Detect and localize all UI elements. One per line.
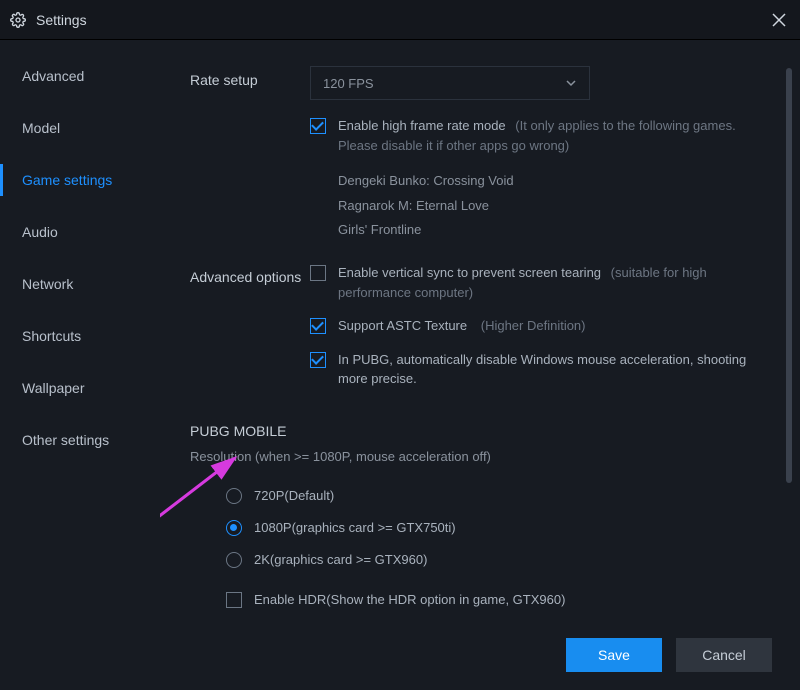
resolution-720p[interactable]: 720P(Default)	[190, 480, 776, 512]
content: Rate setup 120 FPS Enable high	[160, 40, 800, 620]
save-button[interactable]: Save	[566, 638, 662, 672]
advanced-options-label: Advanced options	[190, 263, 310, 285]
fps-select[interactable]: 120 FPS	[310, 66, 590, 100]
settings-window: Settings Advanced Model Game settings Au…	[0, 0, 800, 690]
close-button[interactable]	[768, 9, 790, 31]
rate-setup-label: Rate setup	[190, 66, 310, 88]
radio-icon	[226, 552, 242, 568]
high-frame-text: Enable high frame rate mode	[338, 118, 506, 133]
advanced-options-row: Advanced options Enable vertical sync to…	[190, 263, 776, 403]
cancel-button[interactable]: Cancel	[676, 638, 772, 672]
gear-icon	[10, 12, 26, 28]
sidebar: Advanced Model Game settings Audio Netwo…	[0, 40, 160, 620]
pubg-mobile-subtitle: Resolution (when >= 1080P, mouse acceler…	[190, 449, 776, 464]
game-item: Girls' Frontline	[338, 218, 776, 243]
astc-text-wrap: Support ASTC Texture (Higher Definition)	[338, 316, 586, 336]
resolution-2k[interactable]: 2K(graphics card >= GTX960)	[190, 544, 776, 576]
astc-text: Support ASTC Texture	[338, 318, 467, 333]
vsync-check[interactable]: Enable vertical sync to prevent screen t…	[310, 263, 776, 302]
hdr-check[interactable]: Enable HDR(Show the HDR option in game, …	[190, 590, 776, 610]
high-frame-check[interactable]: Enable high frame rate mode (It only app…	[310, 116, 776, 155]
vsync-text-wrap: Enable vertical sync to prevent screen t…	[338, 263, 776, 302]
checkbox-icon	[310, 118, 326, 134]
game-item: Ragnarok M: Eternal Love	[338, 194, 776, 219]
sidebar-item-game-settings[interactable]: Game settings	[0, 154, 160, 206]
vsync-text: Enable vertical sync to prevent screen t…	[338, 265, 601, 280]
sidebar-item-audio[interactable]: Audio	[0, 206, 160, 258]
high-frame-games: Dengeki Bunko: Crossing Void Ragnarok M:…	[338, 169, 776, 243]
scrollbar-thumb[interactable]	[786, 68, 792, 483]
checkbox-icon	[310, 352, 326, 368]
hdr-text: Enable HDR(Show the HDR option in game, …	[254, 590, 565, 610]
chevron-down-icon	[565, 77, 577, 89]
radio-label: 1080P(graphics card >= GTX750ti)	[254, 520, 456, 535]
titlebar: Settings	[0, 0, 800, 40]
checkbox-icon	[310, 318, 326, 334]
radio-icon	[226, 488, 242, 504]
pubg-mobile-title: PUBG MOBILE	[190, 423, 776, 439]
sidebar-item-model[interactable]: Model	[0, 102, 160, 154]
scrollbar[interactable]	[786, 68, 792, 600]
astc-hint: (Higher Definition)	[481, 318, 586, 333]
radio-label: 2K(graphics card >= GTX960)	[254, 552, 427, 567]
astc-check[interactable]: Support ASTC Texture (Higher Definition)	[310, 316, 776, 336]
sidebar-item-other-settings[interactable]: Other settings	[0, 414, 160, 466]
high-frame-text-wrap: Enable high frame rate mode (It only app…	[338, 116, 776, 155]
close-icon	[772, 13, 786, 27]
game-item: Dengeki Bunko: Crossing Void	[338, 169, 776, 194]
radio-label: 720P(Default)	[254, 488, 334, 503]
body: Advanced Model Game settings Audio Netwo…	[0, 40, 800, 620]
window-title: Settings	[36, 12, 87, 28]
footer: Save Cancel	[0, 620, 800, 690]
resolution-1080p[interactable]: 1080P(graphics card >= GTX750ti)	[190, 512, 776, 544]
sidebar-item-shortcuts[interactable]: Shortcuts	[0, 310, 160, 362]
fps-select-value: 120 FPS	[323, 76, 374, 91]
checkbox-icon	[310, 265, 326, 281]
radio-icon	[226, 520, 242, 536]
rate-setup-row: Rate setup 120 FPS Enable high	[190, 66, 776, 243]
content-scroll[interactable]: Rate setup 120 FPS Enable high	[160, 40, 782, 620]
checkbox-icon	[226, 592, 242, 608]
pubg-mouse-check[interactable]: In PUBG, automatically disable Windows m…	[310, 350, 776, 389]
sidebar-item-network[interactable]: Network	[0, 258, 160, 310]
sidebar-item-advanced[interactable]: Advanced	[0, 50, 160, 102]
sidebar-item-wallpaper[interactable]: Wallpaper	[0, 362, 160, 414]
pubg-mouse-text: In PUBG, automatically disable Windows m…	[338, 350, 776, 389]
